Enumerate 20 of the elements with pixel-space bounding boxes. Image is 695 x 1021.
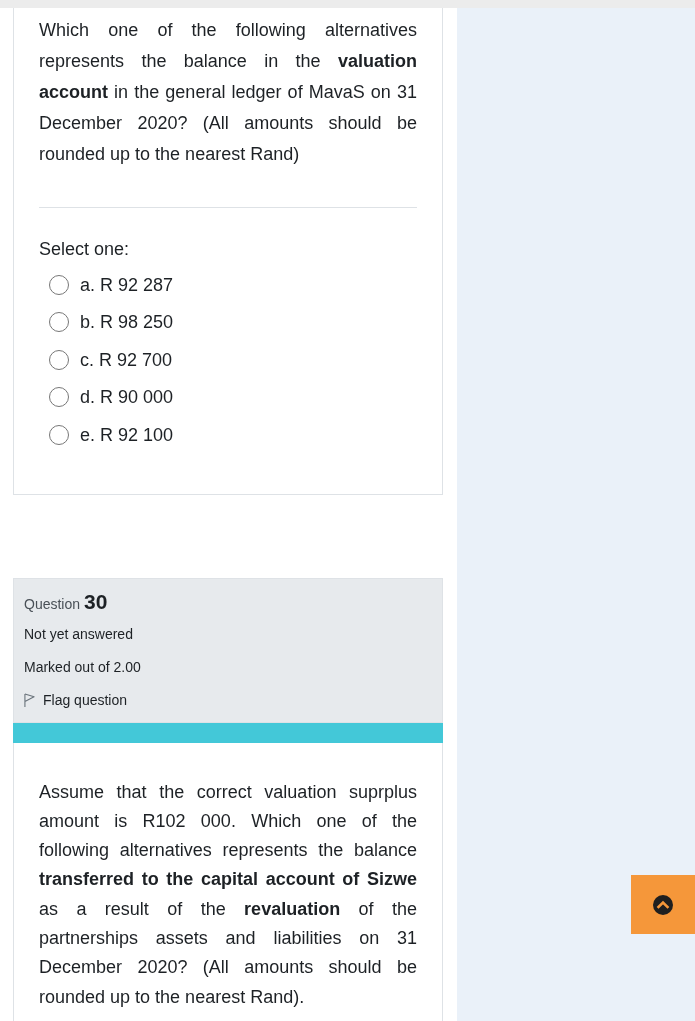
answer-option-label[interactable]: a. R 92 287 (80, 272, 174, 297)
radio-button[interactable] (49, 349, 69, 370)
question-number: 30 (84, 588, 108, 615)
radio-button[interactable] (49, 312, 69, 333)
radio-button[interactable] (49, 424, 69, 445)
answer-option-label[interactable]: d. R 90 000 (80, 385, 174, 410)
question-status: Not yet answered (24, 624, 133, 644)
chevron-up-circle-icon (653, 894, 673, 915)
back-to-top-button[interactable] (631, 875, 695, 934)
select-prompt: Select one: (39, 238, 131, 261)
flag-question-link[interactable]: Flag question (43, 689, 128, 711)
question-text: Which one of the following alternatives represents the balance in the valuation account in the general ledger of MavaS on 31 December 2020? (All amounts should be rounded up to the nearest Rand) (39, 19, 417, 166)
answer-option-label[interactable]: e. R 92 100 (80, 422, 174, 447)
radio-button[interactable] (49, 387, 69, 408)
question-text: Assume that the correct valuation suprplus amount is R102 000. Which one of the following alternatives represents the balance transferred to the capital account of Sizwe as a result of the revaluation of the partnerships assets and liabilities on 31 December 2020? (All amounts should be rounded up to the nearest Rand). (39, 780, 417, 1009)
answer-option-label[interactable]: b. R 98 250 (80, 310, 174, 335)
radio-button[interactable] (49, 274, 69, 295)
question-marks: Marked out of 2.00 (24, 657, 141, 677)
question-label: Question (24, 594, 81, 614)
answer-option-label[interactable]: c. R 92 700 (80, 347, 173, 372)
